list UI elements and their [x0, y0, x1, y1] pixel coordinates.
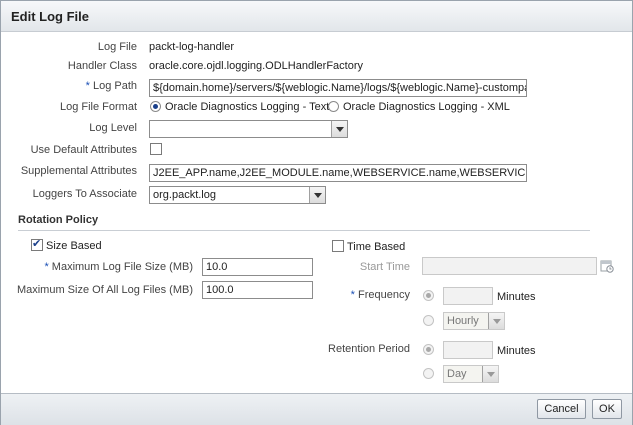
section-divider — [18, 230, 590, 231]
retention-interval-value: Day — [447, 368, 467, 380]
chevron-down-icon[interactable] — [309, 187, 325, 203]
dialog-title: Edit Log File — [11, 9, 89, 24]
format-text-label[interactable]: Oracle Diagnostics Logging - Text — [165, 101, 329, 113]
retention-interval-radio[interactable] — [423, 368, 434, 379]
max-log-file-size-label: * Maximum Log File Size (MB) — [44, 261, 193, 273]
frequency-interval-select[interactable]: Hourly — [443, 312, 505, 330]
time-based-label[interactable]: Time Based — [347, 241, 405, 253]
start-time-input[interactable] — [422, 257, 597, 275]
frequency-minutes-radio[interactable] — [423, 290, 434, 301]
retention-minutes-label: Minutes — [497, 345, 536, 357]
retention-period-label: Retention Period — [328, 343, 410, 355]
retention-minutes-radio[interactable] — [423, 344, 434, 355]
size-based-label[interactable]: Size Based — [46, 240, 102, 252]
chevron-down-icon[interactable] — [331, 121, 347, 137]
required-marker: * — [44, 261, 49, 273]
frequency-interval-value: Hourly — [447, 315, 479, 327]
log-file-format-label: Log File Format — [59, 101, 137, 113]
max-log-file-size-label-text: Maximum Log File Size (MB) — [51, 261, 193, 273]
log-level-label: Log Level — [89, 122, 137, 134]
cancel-button[interactable]: Cancel — [537, 399, 586, 419]
frequency-label: * Frequency — [351, 289, 410, 301]
required-marker: * — [85, 80, 90, 92]
retention-minutes-input[interactable] — [443, 341, 493, 359]
frequency-minutes-input[interactable] — [443, 287, 493, 305]
calendar-icon[interactable] — [600, 259, 614, 273]
time-based-checkbox[interactable] — [332, 240, 344, 252]
supplemental-attributes-input[interactable]: J2EE_APP.name,J2EE_MODULE.name,WEBSERVIC… — [149, 164, 527, 182]
loggers-to-associate-select[interactable]: org.packt.log — [149, 186, 326, 204]
log-file-value: packt-log-handler — [149, 41, 234, 53]
chevron-down-icon[interactable] — [482, 366, 498, 382]
frequency-minutes-label: Minutes — [497, 291, 536, 303]
frequency-interval-radio[interactable] — [423, 315, 434, 326]
required-marker: * — [350, 289, 355, 301]
format-text-radio[interactable] — [150, 101, 161, 112]
use-default-attributes-label: Use Default Attributes — [30, 144, 137, 156]
log-path-label-text: Log Path — [92, 80, 137, 92]
loggers-to-associate-value: org.packt.log — [153, 189, 216, 201]
dialog-footer: Cancel OK — [1, 393, 632, 425]
handler-class-label: Handler Class — [67, 60, 137, 72]
frequency-label-text: Frequency — [358, 289, 410, 301]
log-level-select[interactable] — [149, 120, 348, 138]
max-size-all-label: Maximum Size Of All Log Files (MB) — [16, 284, 193, 296]
handler-class-value: oracle.core.ojdl.logging.ODLHandlerFacto… — [149, 60, 363, 72]
use-default-attributes-checkbox[interactable] — [150, 143, 162, 155]
rotation-policy-heading: Rotation Policy — [18, 214, 99, 226]
supplemental-attributes-label: Supplemental Attributes — [20, 165, 137, 177]
log-path-label: * Log Path — [86, 80, 137, 92]
chevron-down-icon[interactable] — [488, 313, 504, 329]
log-file-label: Log File — [97, 41, 137, 53]
ok-button[interactable]: OK — [592, 399, 622, 419]
size-based-checkbox[interactable] — [31, 237, 43, 251]
format-xml-label[interactable]: Oracle Diagnostics Logging - XML — [343, 101, 510, 113]
loggers-to-associate-label: Loggers To Associate — [32, 188, 137, 200]
edit-log-file-dialog: Edit Log File Log File packt-log-handler… — [0, 0, 633, 425]
log-path-input[interactable]: ${domain.home}/servers/${weblogic.Name}/… — [149, 79, 527, 97]
max-log-file-size-input[interactable]: 10.0 — [202, 258, 313, 276]
retention-interval-select[interactable]: Day — [443, 365, 499, 383]
max-size-all-input[interactable]: 100.0 — [202, 281, 313, 299]
format-xml-radio[interactable] — [328, 101, 339, 112]
start-time-label: Start Time — [359, 261, 410, 273]
dialog-titlebar: Edit Log File — [1, 1, 632, 32]
